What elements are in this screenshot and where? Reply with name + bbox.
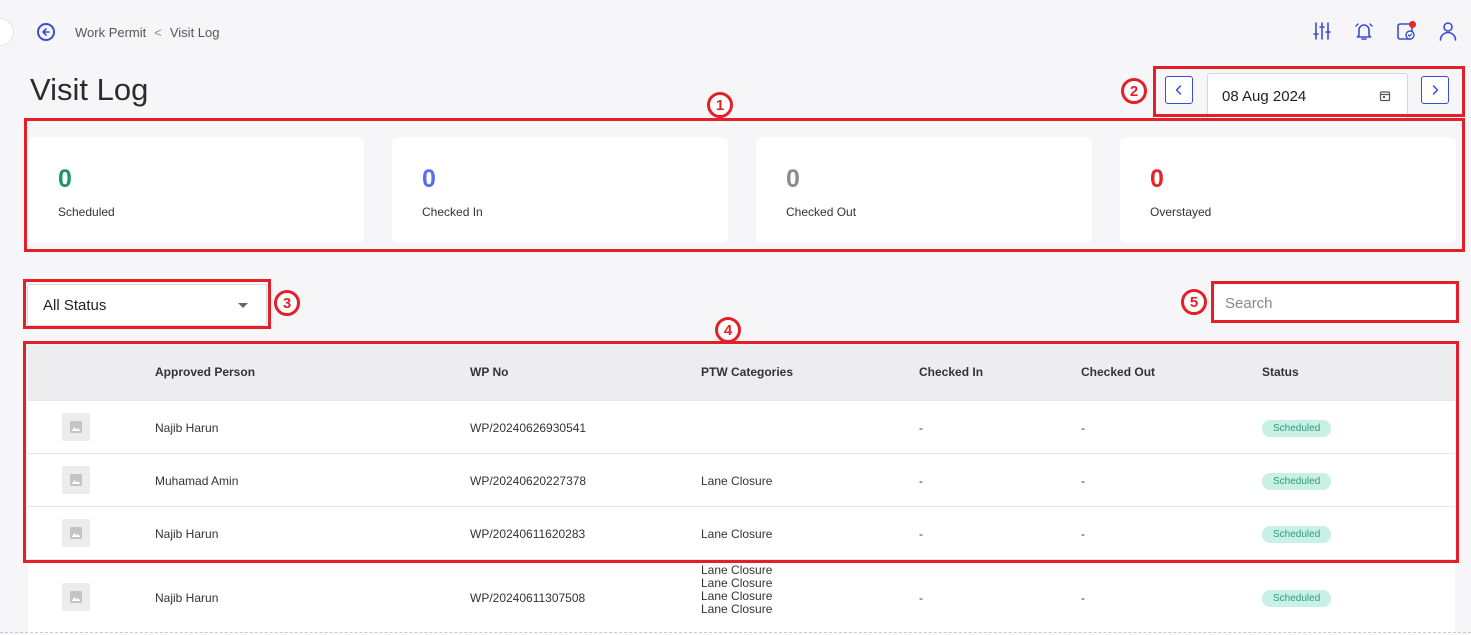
breadcrumb-parent[interactable]: Work Permit xyxy=(75,25,146,40)
checked-out-time: - xyxy=(1081,591,1085,605)
approved-person: Najib Harun xyxy=(155,591,219,605)
ptw-categories: Lane Closure Lane Closure Lane Closure L… xyxy=(701,564,772,616)
annotation-marker-4: 4 xyxy=(715,317,741,343)
image-placeholder-icon xyxy=(70,591,82,603)
breadcrumb-current: Visit Log xyxy=(169,25,220,40)
person-photo xyxy=(62,583,90,611)
annotation-marker-3: 3 xyxy=(274,290,300,316)
bell-icon xyxy=(1355,23,1373,40)
annotation-box-3 xyxy=(23,279,271,329)
page-title: Visit Log xyxy=(30,72,149,107)
arrow-left-icon xyxy=(42,28,50,36)
bottom-divider xyxy=(0,632,1471,633)
annotation-box-1 xyxy=(24,118,1465,252)
annotation-marker-1: 1 xyxy=(707,92,733,118)
annotation-box-5 xyxy=(1211,281,1459,323)
status-badge: Scheduled xyxy=(1262,590,1332,607)
user-icon xyxy=(1439,22,1457,41)
filter-settings-button[interactable] xyxy=(1311,20,1333,42)
back-button[interactable] xyxy=(37,23,55,41)
table-row[interactable]: Najib Harun WP/20240611307508 Lane Closu… xyxy=(28,559,1455,634)
breadcrumb: Work Permit < Visit Log xyxy=(75,25,220,40)
annotation-marker-5: 5 xyxy=(1181,289,1207,315)
side-panel-handle[interactable] xyxy=(0,18,14,46)
checked-in-time: - xyxy=(919,591,923,605)
header-toolbar xyxy=(1311,20,1459,42)
sliders-icon xyxy=(1313,22,1331,40)
annotation-box-2 xyxy=(1153,66,1465,117)
tasks-button[interactable] xyxy=(1395,20,1417,42)
wp-number: WP/20240611307508 xyxy=(470,591,586,605)
annotation-box-4 xyxy=(23,341,1459,563)
breadcrumb-separator: < xyxy=(154,25,162,40)
notification-dot xyxy=(1409,21,1416,28)
annotation-marker-2: 2 xyxy=(1121,78,1147,104)
ptw-category: Lane Closure xyxy=(701,602,773,616)
notification-button[interactable] xyxy=(1353,20,1375,42)
profile-button[interactable] xyxy=(1437,20,1459,42)
